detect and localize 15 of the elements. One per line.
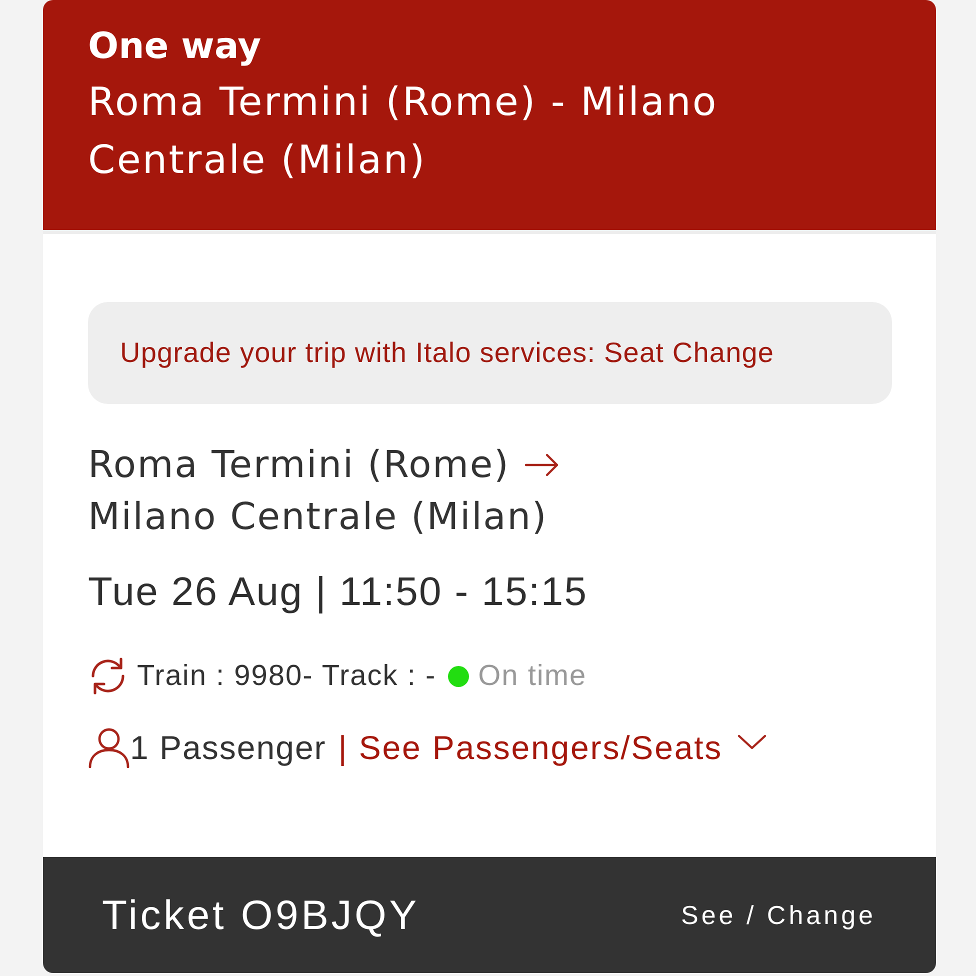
origin-station: Roma Termini (Rome): [88, 442, 510, 488]
upgrade-banner[interactable]: Upgrade your trip with Italo services: Seat Change: [88, 302, 892, 404]
train-info: Train : 9980- Track : -: [137, 660, 436, 692]
trip-type: One way: [88, 25, 262, 69]
route-title: Roma Termini (Rome) - Milano Centrale (Milan): [88, 79, 719, 185]
chevron-icon[interactable]: [736, 734, 767, 750]
see-passengers-link[interactable]: | See Passengers/Seats: [338, 729, 723, 767]
person-icon: [88, 728, 130, 768]
destination-station: Milano Centrale (Milan): [88, 494, 549, 540]
passenger-count: 1 Passenger: [130, 729, 326, 767]
schedule-text: Tue 26 Aug | 11:50 - 15:15: [88, 569, 589, 616]
see-change-link[interactable]: See / Change: [680, 900, 876, 930]
ticket-code: Ticket O9BJQY: [102, 892, 420, 938]
status-label: On time: [478, 660, 587, 692]
arrow-right-icon: [524, 453, 560, 477]
